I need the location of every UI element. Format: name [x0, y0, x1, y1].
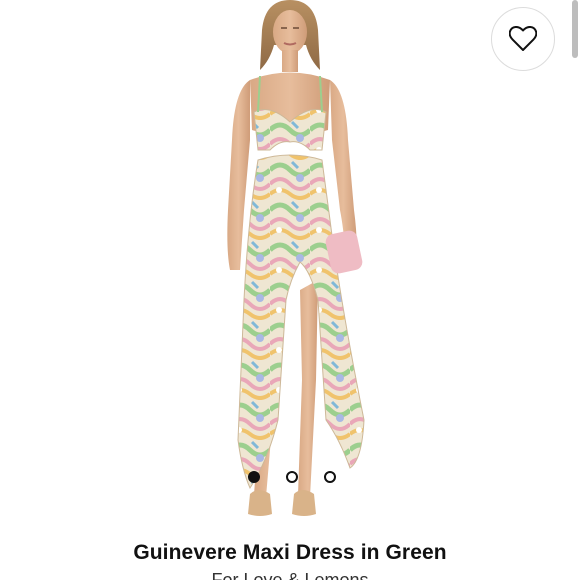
- product-image[interactable]: [150, 0, 430, 528]
- image-pager: [248, 470, 336, 484]
- pager-dot-3[interactable]: [324, 471, 336, 483]
- product-title: Guinevere Maxi Dress in Green: [133, 541, 447, 564]
- favorite-button[interactable]: [491, 7, 555, 71]
- scrollbar[interactable]: [572, 0, 578, 58]
- heart-outline-icon: [509, 26, 537, 51]
- pager-dot-2[interactable]: [286, 471, 298, 483]
- product-brand[interactable]: For Love & Lemons: [0, 570, 580, 580]
- pager-dot-1[interactable]: [248, 471, 260, 483]
- product-page: Guinevere Maxi Dress in Green For Love &…: [0, 0, 580, 580]
